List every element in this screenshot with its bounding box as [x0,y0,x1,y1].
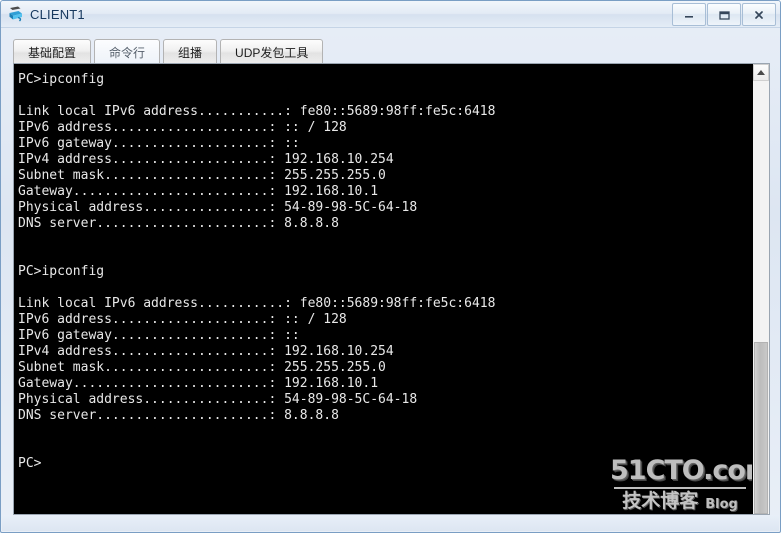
title-bar[interactable]: CLIENT1 [1,1,780,28]
window-title: CLIENT1 [30,6,85,22]
device-icon [7,5,25,23]
chevron-up-icon [757,70,765,75]
tab-label: UDP发包工具 [235,45,309,60]
terminal-line: PC> [18,456,42,471]
terminal-output[interactable]: PC>ipconfig Link local IPv6 address.....… [14,64,752,514]
terminal-line: IPv6 address....................: :: / 1… [18,120,347,135]
scrollbar-thumb[interactable] [754,342,768,514]
terminal-line: Subnet mask.....................: 255.25… [18,168,386,183]
terminal-line: IPv4 address....................: 192.16… [18,344,394,359]
terminal-line: Subnet mask.....................: 255.25… [18,360,386,375]
close-button[interactable] [742,3,776,26]
maximize-button[interactable] [707,3,741,26]
tab-udp-packet-tool[interactable]: UDP发包工具 [220,39,324,64]
terminal-line: Link local IPv6 address...........: fe80… [18,296,496,311]
terminal-panel: PC>ipconfig Link local IPv6 address.....… [13,63,770,515]
window-controls [671,3,776,26]
scrollbar-track[interactable] [753,81,769,514]
scroll-up-button[interactable] [753,64,769,81]
tab-label: 基础配置 [28,45,77,60]
client1-window: CLIENT1 基础配置 命令行 组播 UDP发包工具 PC>ipconfig … [0,0,781,533]
vertical-scrollbar[interactable] [752,64,769,514]
tab-label: 组播 [178,45,203,60]
terminal-line: PC>ipconfig [18,264,105,279]
window-bottom-strip [2,515,779,531]
watermark-divider [614,487,746,489]
tab-multicast[interactable]: 组播 [163,39,218,64]
tab-command-line[interactable]: 命令行 [94,39,161,64]
terminal-line: Gateway.........................: 192.16… [18,184,379,199]
terminal-line: IPv6 gateway....................: :: [18,136,300,151]
terminal-line: IPv6 address....................: :: / 1… [18,312,347,327]
terminal-line: Gateway.........................: 192.16… [18,376,379,391]
watermark-subtitle-cn: 技术博客 [622,490,699,512]
terminal-line: Link local IPv6 address...........: fe80… [18,104,496,119]
minimize-button[interactable] [672,3,706,26]
watermark-subtitle-row: 技术博客 Blog [610,490,750,513]
terminal-line: DNS server......................: 8.8.8.… [18,408,339,423]
terminal-line: PC>ipconfig [18,72,105,87]
tab-label: 命令行 [109,45,146,60]
tab-strip: 基础配置 命令行 组播 UDP发包工具 [13,37,326,64]
terminal-line: IPv6 gateway....................: :: [18,328,300,343]
terminal-line: IPv4 address....................: 192.16… [18,152,394,167]
terminal-line: Physical address................: 54-89-… [18,200,418,215]
watermark-subtitle-en: Blog [705,497,738,512]
terminal-line: DNS server......................: 8.8.8.… [18,216,339,231]
terminal-line: Physical address................: 54-89-… [18,392,418,407]
tab-basic-config[interactable]: 基础配置 [13,39,92,64]
